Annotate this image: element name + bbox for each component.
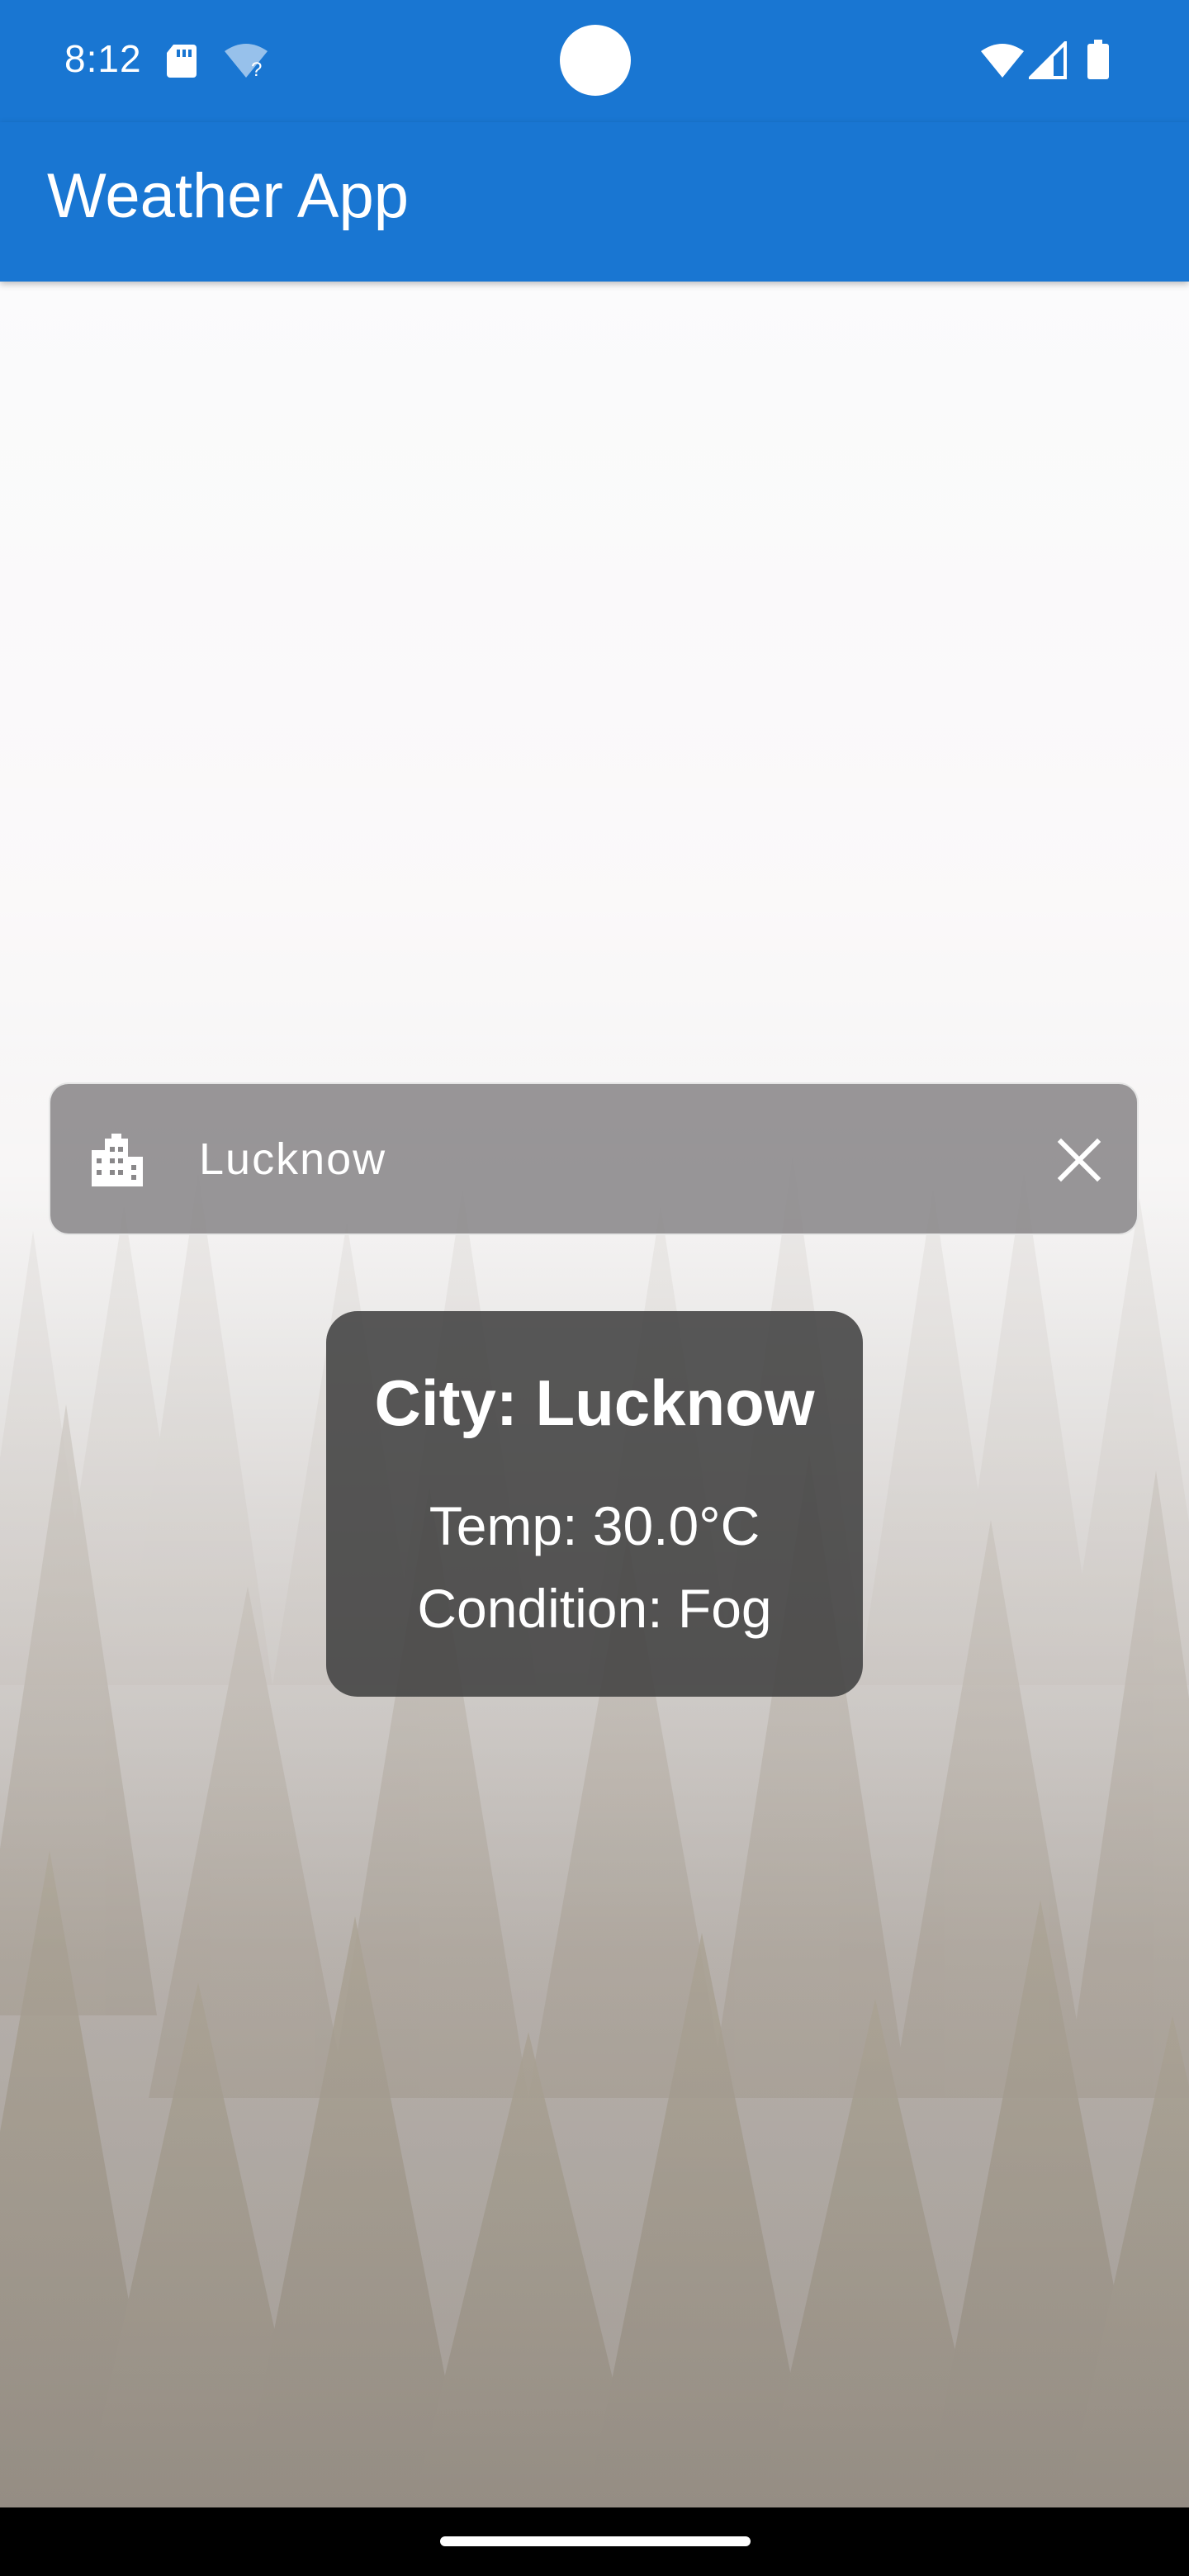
weather-temperature: Temp: 30.0°C	[429, 1495, 760, 1556]
camera-cutout	[560, 25, 631, 96]
navigation-bar	[0, 2507, 1189, 2576]
close-icon[interactable]	[1046, 1127, 1112, 1193]
phone-screen: 8:12 ? Weather App Lucknow City: Lucknow…	[0, 0, 1189, 2576]
wifi-question-icon: ?	[225, 44, 268, 79]
home-indicator[interactable]	[440, 2536, 751, 2546]
city-search-field[interactable]: Lucknow	[49, 1082, 1139, 1235]
app-bar: Weather App	[0, 122, 1189, 282]
status-time: 8:12	[64, 37, 142, 80]
city-icon	[92, 1134, 143, 1186]
signal-icon	[1029, 41, 1067, 79]
wifi-icon	[981, 44, 1024, 78]
app-title: Weather App	[47, 161, 410, 231]
weather-condition: Condition: Fog	[417, 1578, 772, 1639]
svg-text:?: ?	[251, 59, 262, 79]
status-bar: 8:12 ?	[0, 0, 1189, 122]
weather-city: City: Lucknow	[374, 1366, 815, 1439]
battery-icon	[1087, 40, 1109, 79]
city-input-value[interactable]: Lucknow	[199, 1134, 386, 1185]
sd-card-icon	[167, 45, 197, 78]
weather-card: City: Lucknow Temp: 30.0°C Condition: Fo…	[326, 1311, 863, 1697]
